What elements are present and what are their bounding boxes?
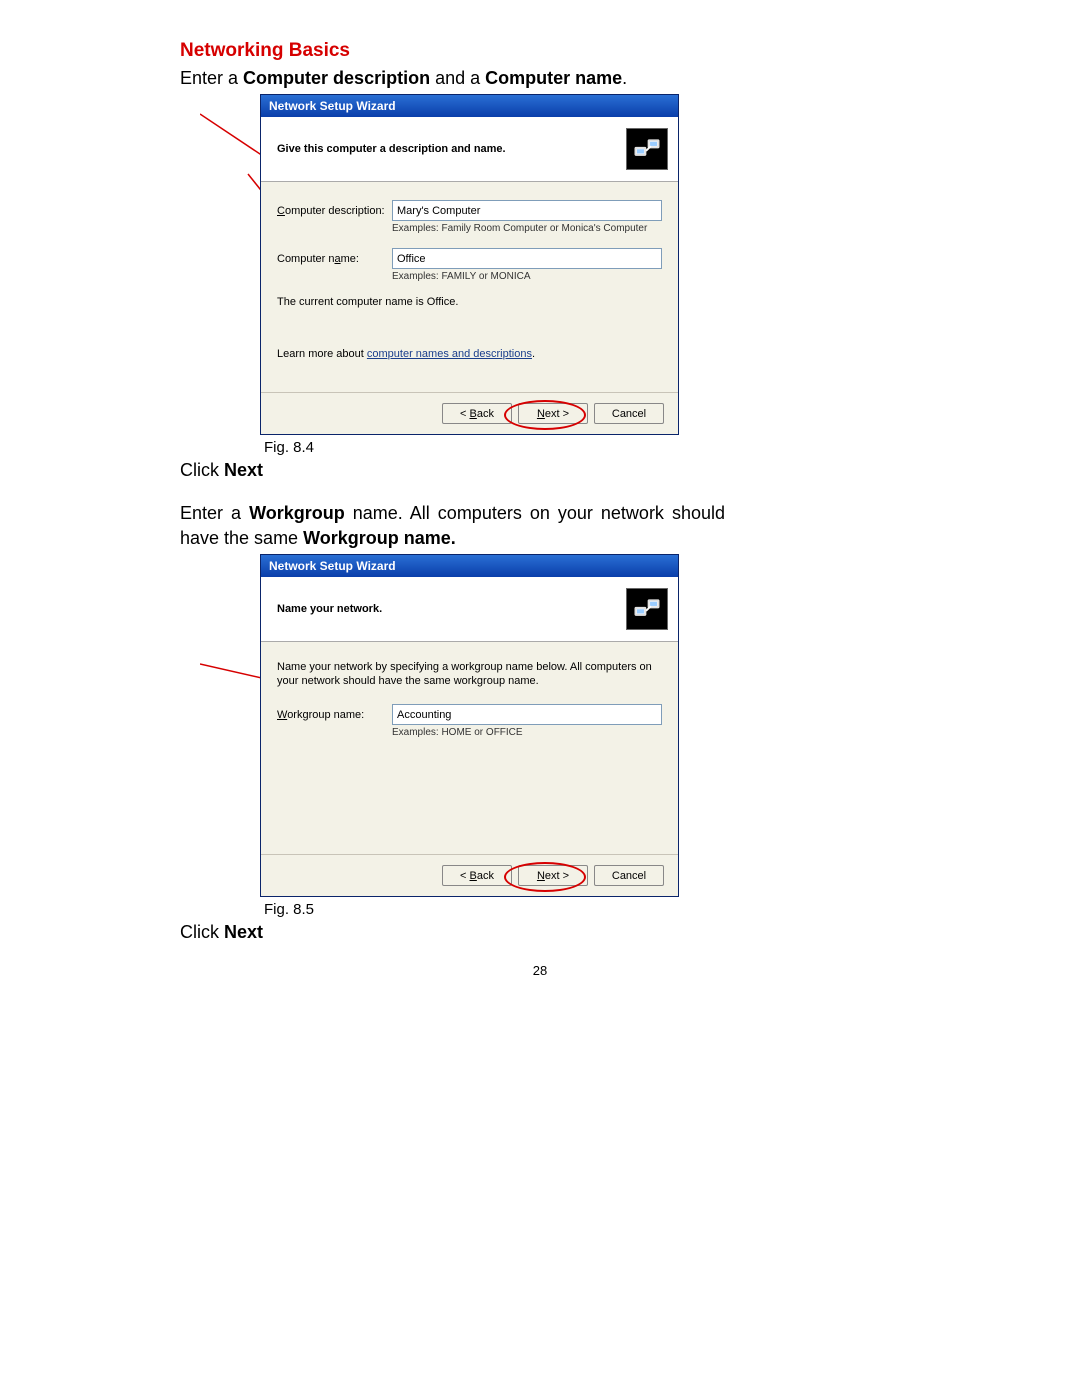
t: Enter a — [180, 68, 243, 88]
wizard-titlebar: Network Setup Wizard — [261, 95, 678, 117]
t: < — [460, 870, 469, 882]
t: Computer n — [277, 253, 334, 265]
wizard-buttons: < Back Next > Cancel — [261, 855, 678, 896]
t: B — [470, 408, 477, 420]
label-workgroup-name: Workgroup name: — [277, 709, 392, 721]
network-setup-wizard-1: Network Setup Wizard Give this computer … — [260, 94, 679, 435]
back-button[interactable]: < Back — [442, 403, 512, 424]
t: Click — [180, 460, 224, 480]
t: N — [537, 408, 545, 420]
page-number: 28 — [180, 963, 900, 978]
t: Next — [224, 460, 263, 480]
t: Office. — [427, 296, 459, 308]
figure-8-4: Network Setup Wizard Give this computer … — [260, 94, 900, 456]
learn-more-line: Learn more about computer names and desc… — [277, 348, 662, 360]
t: B — [470, 870, 477, 882]
network-computers-icon — [626, 128, 668, 170]
t: ack — [477, 870, 494, 882]
t: Click — [180, 922, 224, 942]
t: C — [277, 205, 285, 217]
t: Next — [224, 922, 263, 942]
current-computer-name: The current computer name is Office. — [277, 296, 662, 308]
wizard-header-title: Give this computer a description and nam… — [277, 143, 506, 155]
instruction-1: Enter a Computer description and a Compu… — [180, 66, 900, 90]
instruction-2: Enter a Workgroup name. All computers on… — [180, 501, 725, 550]
examples-computer-name: Examples: FAMILY or MONICA — [392, 271, 662, 282]
t: Enter a — [180, 503, 249, 523]
figure-caption-2: Fig. 8.5 — [264, 901, 900, 918]
t: and a — [430, 68, 485, 88]
link-computer-names-descriptions[interactable]: computer names and descriptions — [367, 348, 532, 360]
wizard-body: Name your network by specifying a workgr… — [261, 642, 678, 855]
wizard-header: Name your network. — [261, 577, 678, 642]
row-computer-description: Computer description: — [277, 200, 662, 221]
examples-computer-description: Examples: Family Room Computer or Monica… — [392, 223, 662, 234]
click-next-1: Click Next — [180, 460, 900, 481]
t: . — [532, 348, 535, 360]
next-button[interactable]: Next > — [518, 403, 588, 424]
label-computer-description: Computer description: — [277, 205, 392, 217]
t: < — [460, 408, 469, 420]
wizard-titlebar: Network Setup Wizard — [261, 555, 678, 577]
wizard-body: Computer description: Examples: Family R… — [261, 182, 678, 392]
t: W — [277, 709, 287, 721]
t: Workgroup name. — [303, 528, 456, 548]
back-button[interactable]: < Back — [442, 865, 512, 886]
cancel-button[interactable]: Cancel — [594, 865, 664, 886]
row-computer-name: Computer name: — [277, 248, 662, 269]
t: Computer description — [243, 68, 430, 88]
label-computer-name: Computer name: — [277, 253, 392, 265]
t: me: — [341, 253, 359, 265]
body-note: Name your network by specifying a workgr… — [277, 660, 662, 689]
t: N — [537, 870, 545, 882]
t: Learn more about — [277, 348, 367, 360]
t: Workgroup — [249, 503, 345, 523]
examples-workgroup: Examples: HOME or OFFICE — [392, 727, 662, 738]
figure-caption-1: Fig. 8.4 — [264, 439, 900, 456]
wizard-buttons: < Back Next > Cancel — [261, 393, 678, 434]
input-workgroup-name[interactable] — [392, 704, 662, 725]
click-next-2: Click Next — [180, 922, 900, 943]
input-computer-description[interactable] — [392, 200, 662, 221]
t: ext > — [545, 408, 569, 420]
t: ext > — [545, 870, 569, 882]
input-computer-name[interactable] — [392, 248, 662, 269]
wizard-header-title: Name your network. — [277, 603, 382, 615]
t: . — [622, 68, 627, 88]
network-setup-wizard-2: Network Setup Wizard Name your network. … — [260, 554, 679, 898]
wizard-header: Give this computer a description and nam… — [261, 117, 678, 182]
next-button[interactable]: Next > — [518, 865, 588, 886]
t: ack — [477, 408, 494, 420]
figure-8-5: Network Setup Wizard Name your network. … — [260, 554, 900, 919]
row-workgroup-name: Workgroup name: — [277, 704, 662, 725]
t: orkgroup name: — [287, 709, 364, 721]
section-heading: Networking Basics — [180, 40, 900, 62]
cancel-button[interactable]: Cancel — [594, 403, 664, 424]
t: Computer name — [485, 68, 622, 88]
network-computers-icon — [626, 588, 668, 630]
t: The current computer name is — [277, 296, 427, 308]
t: omputer description: — [285, 205, 385, 217]
